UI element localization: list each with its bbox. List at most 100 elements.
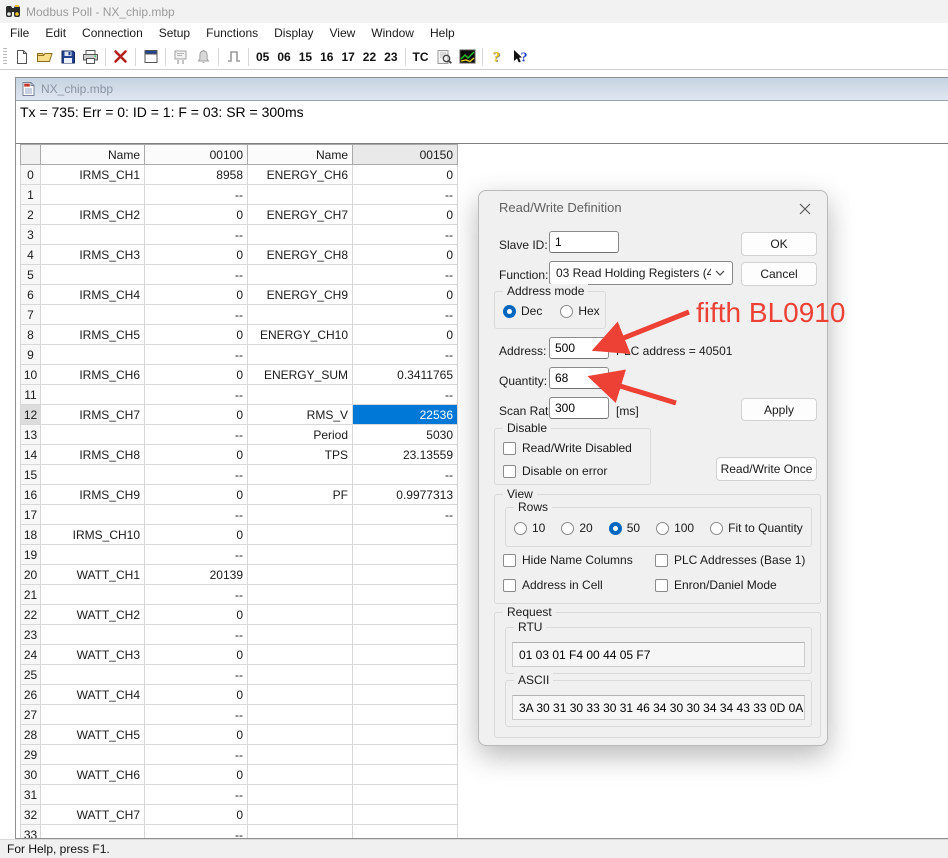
cell-name[interactable]: [41, 825, 145, 840]
cell-value[interactable]: 0: [353, 165, 458, 185]
cell-value[interactable]: --: [145, 665, 248, 685]
row-header[interactable]: 3: [21, 225, 41, 245]
cell-value[interactable]: 22536: [353, 405, 458, 425]
row-header[interactable]: 11: [21, 385, 41, 405]
cell-value[interactable]: 0: [353, 205, 458, 225]
menu-setup[interactable]: Setup: [151, 23, 198, 44]
cell-value[interactable]: 0: [145, 645, 248, 665]
cell-value[interactable]: 0: [145, 685, 248, 705]
menu-file[interactable]: File: [2, 23, 37, 44]
cell-value[interactable]: [353, 685, 458, 705]
pulse-button[interactable]: [222, 46, 245, 68]
help-button[interactable]: ? ?: [486, 46, 509, 68]
cell-name[interactable]: [41, 425, 145, 445]
cell-name[interactable]: [248, 725, 353, 745]
grid-header-00100[interactable]: 00100: [145, 145, 248, 165]
cell-value[interactable]: [353, 765, 458, 785]
cell-name[interactable]: [248, 605, 353, 625]
context-help-button[interactable]: ?: [509, 46, 532, 68]
cell-name[interactable]: [248, 465, 353, 485]
cell-value[interactable]: 0: [353, 245, 458, 265]
cell-name[interactable]: [248, 185, 353, 205]
cell-name[interactable]: [41, 505, 145, 525]
row-header[interactable]: 21: [21, 585, 41, 605]
cell-name[interactable]: [248, 525, 353, 545]
cell-value[interactable]: 23.13559: [353, 445, 458, 465]
cell-name[interactable]: [248, 745, 353, 765]
scan-rate-input[interactable]: [549, 397, 609, 419]
cell-value[interactable]: 0: [353, 285, 458, 305]
cell-name[interactable]: IRMS_CH1: [41, 165, 145, 185]
row-header[interactable]: 6: [21, 285, 41, 305]
cell-value[interactable]: --: [145, 385, 248, 405]
cell-value[interactable]: 0: [145, 245, 248, 265]
cell-name[interactable]: WATT_CH3: [41, 645, 145, 665]
cell-name[interactable]: [41, 185, 145, 205]
cell-value[interactable]: --: [145, 305, 248, 325]
test-center-button[interactable]: TC: [409, 50, 433, 64]
cell-name[interactable]: PF: [248, 485, 353, 505]
cell-value[interactable]: [353, 605, 458, 625]
cell-name[interactable]: ENERGY_CH7: [248, 205, 353, 225]
cell-value[interactable]: [353, 645, 458, 665]
row-header[interactable]: 30: [21, 765, 41, 785]
cell-name[interactable]: [41, 345, 145, 365]
cell-value[interactable]: 0: [145, 405, 248, 425]
cell-name[interactable]: [41, 745, 145, 765]
cell-value[interactable]: --: [145, 225, 248, 245]
cell-value[interactable]: [353, 705, 458, 725]
cell-value[interactable]: [353, 825, 458, 840]
communication-traffic-button[interactable]: [169, 46, 192, 68]
row-header[interactable]: 4: [21, 245, 41, 265]
row-header[interactable]: 20: [21, 565, 41, 585]
setup-window-button[interactable]: [139, 46, 162, 68]
checkbox-disable-on-error[interactable]: Disable on error: [503, 464, 650, 478]
cell-value[interactable]: --: [353, 225, 458, 245]
cell-name[interactable]: [248, 385, 353, 405]
radio-dec[interactable]: Dec: [503, 304, 542, 318]
trend-button[interactable]: [456, 46, 479, 68]
checkbox-enron-daniel-mode[interactable]: Enron/Daniel Mode: [655, 578, 805, 592]
print-button[interactable]: [79, 46, 102, 68]
cell-name[interactable]: ENERGY_SUM: [248, 365, 353, 385]
row-header[interactable]: 23: [21, 625, 41, 645]
cell-value[interactable]: --: [353, 505, 458, 525]
row-header[interactable]: 8: [21, 325, 41, 345]
cell-name[interactable]: ENERGY_CH6: [248, 165, 353, 185]
cell-name[interactable]: RMS_V: [248, 405, 353, 425]
cell-name[interactable]: WATT_CH4: [41, 685, 145, 705]
toolbar-function-05[interactable]: 05: [252, 50, 273, 64]
cell-value[interactable]: [353, 525, 458, 545]
checkbox-hide-name-columns[interactable]: Hide Name Columns: [503, 553, 655, 567]
checkbox-read-write-disabled[interactable]: Read/Write Disabled: [503, 441, 650, 455]
menu-help[interactable]: Help: [422, 23, 463, 44]
radio-fit-to-quantity[interactable]: Fit to Quantity: [710, 521, 803, 535]
cell-name[interactable]: [248, 705, 353, 725]
row-header[interactable]: 22: [21, 605, 41, 625]
row-header[interactable]: 16: [21, 485, 41, 505]
cell-name[interactable]: IRMS_CH10: [41, 525, 145, 545]
cell-value[interactable]: --: [353, 185, 458, 205]
cell-value[interactable]: [353, 565, 458, 585]
menu-connection[interactable]: Connection: [74, 23, 151, 44]
apply-button[interactable]: Apply: [741, 398, 817, 421]
cell-name[interactable]: ENERGY_CH8: [248, 245, 353, 265]
save-button[interactable]: [56, 46, 79, 68]
cell-value[interactable]: --: [353, 465, 458, 485]
cell-name[interactable]: [248, 345, 353, 365]
cell-name[interactable]: IRMS_CH8: [41, 445, 145, 465]
cell-name[interactable]: IRMS_CH3: [41, 245, 145, 265]
cell-value[interactable]: --: [145, 625, 248, 645]
cell-name[interactable]: ENERGY_CH10: [248, 325, 353, 345]
toolbar-function-15[interactable]: 15: [295, 50, 316, 64]
cell-value[interactable]: 0: [145, 285, 248, 305]
cell-value[interactable]: --: [145, 505, 248, 525]
cell-value[interactable]: 0: [145, 525, 248, 545]
row-header[interactable]: 12: [21, 405, 41, 425]
radio-100[interactable]: 100: [656, 521, 694, 535]
grid-header-name-2[interactable]: Name: [248, 145, 353, 165]
row-header[interactable]: 25: [21, 665, 41, 685]
row-header[interactable]: 33: [21, 825, 41, 840]
cell-value[interactable]: 0: [145, 325, 248, 345]
cell-value[interactable]: [353, 665, 458, 685]
